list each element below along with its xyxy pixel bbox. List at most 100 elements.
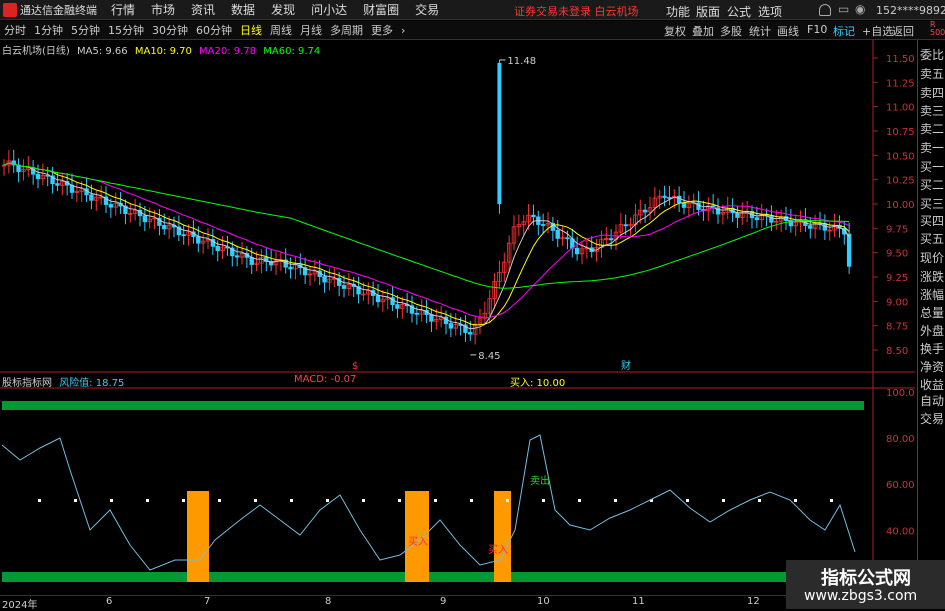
tab-multi-period[interactable]: 多周期 (330, 22, 363, 38)
side-label-4[interactable]: 卖二 (920, 120, 944, 137)
side-label-1[interactable]: 卖五 (920, 65, 944, 82)
side-label-7[interactable]: 买二 (920, 176, 944, 193)
ref-dot (182, 499, 185, 502)
side-label-17[interactable]: 净资 (920, 358, 944, 375)
candle-body (89, 194, 94, 201)
ref-dot (794, 499, 797, 502)
menu-item-options[interactable]: 选项 (758, 3, 782, 20)
buy-label-2: 买入 (488, 544, 508, 556)
candle-body (181, 234, 186, 237)
ma5-value: MA5: 9.66 (77, 46, 128, 57)
tab-timeshare[interactable]: 分时 (4, 22, 26, 38)
tab-30min[interactable]: 30分钟 (152, 22, 188, 38)
ref-dot (326, 499, 329, 502)
ma-legend: 白云机场(日线) MA5: 9.66 MA10: 9.70 MA20: 9.78… (2, 42, 320, 57)
tab-60min[interactable]: 60分钟 (196, 22, 232, 38)
mark-finance: 财 (621, 359, 631, 372)
menu-item-data[interactable]: 数据 (231, 1, 255, 18)
tab-15min[interactable]: 15分钟 (108, 22, 144, 38)
ref-dot (146, 499, 149, 502)
stats-button[interactable]: 统计 (749, 23, 771, 39)
tab-5min[interactable]: 5分钟 (71, 22, 100, 38)
side-label-9[interactable]: 买四 (920, 212, 944, 229)
menu-bar: 通达信金融终端 行情 市场 资讯 数据 发现 问小达 财富圈 交易 证券交易未登… (0, 0, 945, 20)
user-icon[interactable]: ◉ (855, 2, 865, 16)
menu-item-function[interactable]: 功能 (666, 3, 690, 20)
bell-icon[interactable] (819, 4, 831, 16)
side-label-14[interactable]: 总量 (920, 304, 944, 321)
side-label-3[interactable]: 卖三 (920, 102, 944, 119)
side-label-16[interactable]: 换手 (920, 340, 944, 357)
side-label-20[interactable]: 交易 (920, 410, 944, 427)
candle-body (574, 247, 580, 255)
multi-stock-button[interactable]: 多股 (720, 23, 742, 39)
menu-item-market[interactable]: 行情 (111, 1, 135, 18)
indicator-name[interactable]: 股标指标网 (2, 378, 52, 389)
side-label-18[interactable]: 收益 (920, 376, 944, 393)
user-account[interactable]: 152****9892 (876, 4, 945, 17)
candle-body (196, 236, 201, 244)
chevron-right-icon[interactable]: › (401, 24, 405, 37)
price-tick-label: 8.50 (886, 346, 908, 357)
signal-bar-0 (187, 491, 209, 582)
candle-body (769, 215, 774, 223)
side-label-8[interactable]: 买三 (920, 195, 944, 212)
side-label-19[interactable]: 自动 (920, 392, 944, 409)
side-label-5[interactable]: 卖一 (920, 139, 944, 156)
date-axis: 2024年 6 7 8 9 10 11 12 (0, 595, 786, 611)
f10-button[interactable]: F10 (807, 23, 827, 36)
menu-item-layout[interactable]: 版面 (696, 3, 720, 20)
candle-body (322, 276, 327, 283)
menu-item-discover[interactable]: 发现 (271, 1, 295, 18)
ref-dot (218, 499, 221, 502)
menu-item-formula[interactable]: 公式 (727, 3, 751, 20)
candle-body (642, 209, 648, 213)
kline-chart[interactable]: 11.50 11.25 11.00 10.75 10.50 10.25 10.00 9.75 9… (0, 40, 915, 595)
tab-monthly[interactable]: 月线 (300, 22, 322, 38)
tab-more[interactable]: 更多 (371, 22, 393, 38)
indicator-header: 股标指标网 风险值: 18.75 (2, 374, 124, 389)
menu-item-news[interactable]: 资讯 (191, 1, 215, 18)
side-label-6[interactable]: 买一 (920, 158, 944, 175)
overlay-button[interactable]: 叠加 (692, 23, 714, 39)
date-label-1: 6 (106, 596, 113, 607)
candle-body (681, 202, 687, 208)
side-label-12[interactable]: 涨跌 (920, 268, 944, 285)
side-label-11[interactable]: 现价 (920, 249, 944, 266)
candle-body (375, 295, 381, 303)
candle-body (468, 332, 473, 335)
mark-button[interactable]: 标记 (833, 23, 855, 39)
menu-item-wealth[interactable]: 财富圈 (363, 1, 399, 18)
candle-body (108, 204, 114, 208)
side-label-0[interactable]: 委比 (920, 46, 944, 63)
menu-item-trade[interactable]: 交易 (415, 1, 439, 18)
watermark-url: www.zbgs3.com (804, 588, 918, 604)
chat-icon[interactable]: ▭ (838, 2, 849, 16)
candle-body (341, 285, 347, 289)
date-label-4: 9 (440, 596, 447, 607)
date-label-5: 10 (537, 596, 550, 607)
side-label-15[interactable]: 外盘 (920, 322, 944, 339)
menu-item-markets[interactable]: 市场 (151, 1, 175, 18)
ref-dot (362, 499, 365, 502)
menu-item-ask[interactable]: 问小达 (311, 1, 347, 18)
side-label-2[interactable]: 卖四 (920, 84, 944, 101)
app-title: 通达信金融终端 (20, 3, 97, 17)
candle-body (395, 304, 400, 309)
app-logo-icon (3, 2, 17, 17)
restore-rights-button[interactable]: 复权 (664, 23, 686, 39)
side-label-13[interactable]: 涨幅 (920, 286, 944, 303)
add-watchlist-button[interactable]: +自选 (862, 23, 893, 39)
ref-dot (614, 499, 617, 502)
tab-1min[interactable]: 1分钟 (34, 22, 63, 38)
tab-daily[interactable]: 日线 (240, 22, 262, 38)
candle-body (808, 225, 813, 229)
back-button[interactable]: 返回 (892, 23, 914, 39)
top-band (2, 401, 864, 410)
price-tick-label: 10.00 (886, 200, 915, 211)
indicator-tick-label: 80.00 (886, 434, 915, 445)
draw-line-button[interactable]: 画线 (777, 23, 799, 39)
side-label-10[interactable]: 买五 (920, 230, 944, 247)
tab-weekly[interactable]: 周线 (270, 22, 292, 38)
trade-login-warning[interactable]: 证券交易未登录 白云机场 (514, 3, 639, 19)
